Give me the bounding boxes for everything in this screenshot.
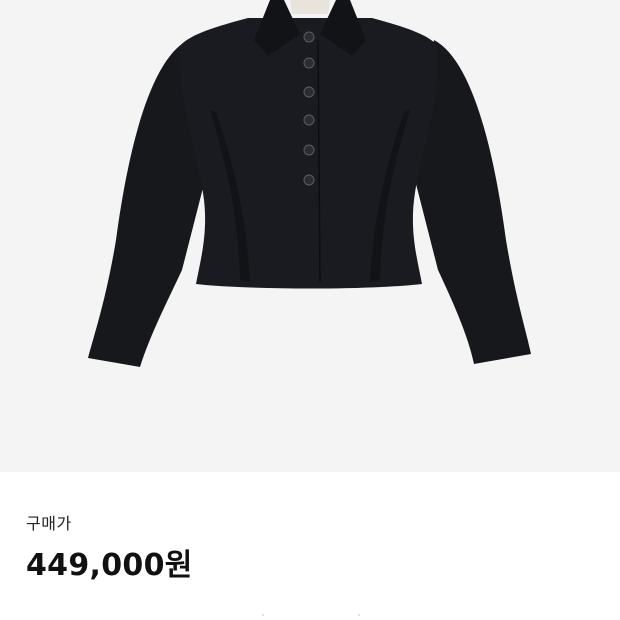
neck-label [290, 0, 330, 14]
product-detail-page: 구매가 449,000원 [0, 0, 620, 620]
jacket-image-icon [88, 0, 531, 367]
carousel-dots [0, 612, 620, 620]
product-image[interactable] [0, 0, 620, 472]
price-value: 449,000원 [26, 548, 193, 583]
price-section: 구매가 449,000원 [0, 472, 620, 620]
price-label: 구매가 [26, 514, 72, 533]
